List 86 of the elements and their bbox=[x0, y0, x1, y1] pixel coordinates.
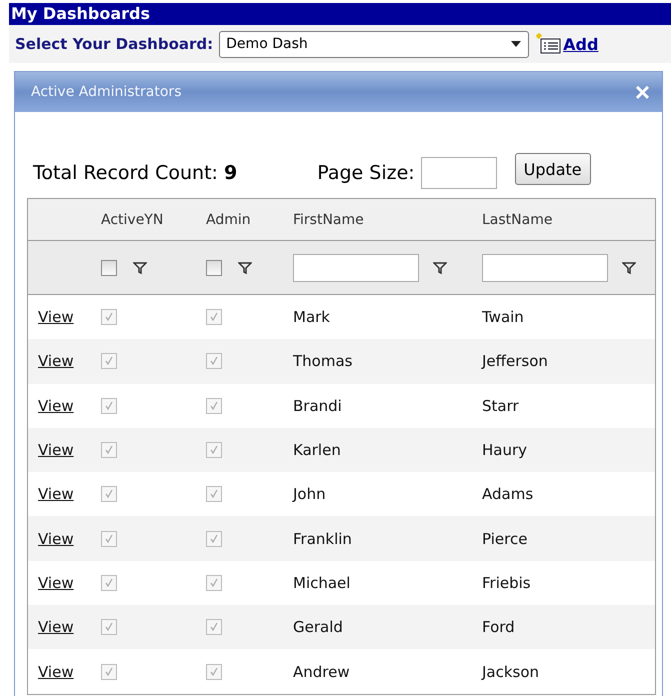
checkmark-icon bbox=[104, 445, 114, 456]
update-button[interactable]: Update bbox=[514, 153, 591, 185]
table-cell-text: Ford bbox=[481, 618, 516, 636]
list-icon bbox=[535, 33, 562, 55]
table-cell-text: Karlen bbox=[292, 441, 342, 460]
checkmark-icon bbox=[104, 400, 114, 411]
page-size-label: Page Size: bbox=[317, 162, 415, 184]
checkmark-icon bbox=[209, 356, 219, 366]
table-cell-text: Michael bbox=[292, 574, 352, 592]
checkbox[interactable] bbox=[206, 309, 222, 326]
panel-title: Active Administrators bbox=[31, 84, 182, 100]
table-cell-text: John bbox=[291, 485, 327, 504]
checkmark-icon bbox=[209, 534, 219, 544]
view-link[interactable]: View bbox=[28, 308, 91, 326]
caret-icon[interactable] bbox=[510, 40, 522, 48]
record-count: Total Record Count: 9 bbox=[33, 162, 238, 184]
column-header[interactable]: Admin bbox=[196, 212, 281, 228]
checkmark-icon bbox=[209, 622, 219, 632]
table-cell-text: Jackson bbox=[480, 662, 540, 681]
view-link[interactable]: View bbox=[28, 396, 91, 415]
table-cell-text: Brandi bbox=[292, 396, 343, 415]
checkmark-icon bbox=[209, 400, 219, 411]
checkbox[interactable] bbox=[101, 398, 117, 414]
table-cell-text: Friebis bbox=[481, 574, 532, 592]
column-header[interactable]: LastName bbox=[470, 212, 655, 228]
checkbox[interactable] bbox=[101, 574, 117, 591]
checkmark-icon bbox=[104, 356, 114, 366]
column-header[interactable]: FirstName bbox=[281, 212, 470, 228]
table-cell-text: Thomas bbox=[292, 352, 354, 370]
checkbox[interactable] bbox=[101, 486, 117, 502]
view-link[interactable]: View bbox=[28, 352, 91, 370]
checkbox[interactable] bbox=[206, 619, 222, 636]
select-label: Select Your Dashboard: bbox=[15, 35, 214, 53]
table-cell-text: Jefferson bbox=[480, 352, 549, 370]
checkbox[interactable] bbox=[101, 530, 117, 547]
checkmark-icon bbox=[209, 312, 219, 322]
checkbox[interactable] bbox=[206, 260, 222, 276]
checkbox[interactable] bbox=[206, 398, 222, 414]
checkbox[interactable] bbox=[101, 353, 117, 370]
table-cell-text: Starr bbox=[481, 396, 520, 415]
checkmark-icon bbox=[104, 489, 114, 500]
table-cell-text: Mark bbox=[292, 308, 331, 326]
page-size-field[interactable] bbox=[420, 157, 497, 189]
add-link[interactable]: Add bbox=[563, 34, 598, 54]
page-title: My Dashboards bbox=[9, 3, 671, 25]
checkmark-icon bbox=[209, 445, 219, 456]
view-link[interactable]: View bbox=[28, 485, 91, 504]
filter-icon[interactable] bbox=[238, 260, 252, 274]
checkbox[interactable] bbox=[206, 486, 222, 502]
table-cell-text: Twain bbox=[481, 308, 525, 326]
checkbox[interactable] bbox=[206, 664, 222, 680]
checkmark-icon bbox=[104, 578, 114, 588]
table-cell-text: Adams bbox=[481, 485, 534, 504]
filter-icon[interactable] bbox=[433, 260, 447, 274]
checkmark-icon bbox=[209, 666, 219, 677]
table-cell-text: Haury bbox=[481, 441, 528, 460]
checkbox[interactable] bbox=[206, 530, 222, 547]
view-link[interactable]: View bbox=[28, 662, 91, 681]
checkmark-icon bbox=[104, 622, 114, 632]
table-cell-text: Andrew bbox=[292, 662, 351, 681]
checkbox[interactable] bbox=[206, 574, 222, 591]
view-link[interactable]: View bbox=[28, 618, 91, 636]
filter-field[interactable] bbox=[482, 254, 608, 282]
table-cell-text: Pierce bbox=[481, 530, 528, 548]
checkbox[interactable] bbox=[206, 442, 222, 458]
checkmark-icon bbox=[104, 312, 114, 322]
view-link[interactable]: View bbox=[28, 441, 91, 460]
checkbox[interactable] bbox=[101, 442, 117, 458]
filter-icon[interactable] bbox=[133, 260, 147, 274]
checkbox[interactable] bbox=[101, 309, 117, 326]
checkbox[interactable] bbox=[206, 353, 222, 370]
checkmark-icon bbox=[209, 489, 219, 500]
checkmark-icon bbox=[209, 578, 219, 588]
dashboard-dropdown[interactable]: Demo Dash bbox=[219, 30, 530, 58]
filter-field[interactable] bbox=[293, 254, 419, 282]
checkmark-icon bbox=[104, 534, 114, 544]
checkbox[interactable] bbox=[101, 260, 117, 276]
view-link[interactable]: View bbox=[28, 574, 91, 592]
table-cell-text: Franklin bbox=[292, 530, 353, 548]
filter-icon[interactable] bbox=[622, 260, 636, 274]
table-cell-text: Gerald bbox=[292, 618, 344, 636]
view-link[interactable]: View bbox=[28, 530, 91, 548]
checkbox[interactable] bbox=[101, 619, 117, 636]
checkmark-icon bbox=[104, 666, 114, 677]
column-header[interactable]: ActiveYN bbox=[91, 212, 196, 228]
checkbox[interactable] bbox=[101, 664, 117, 680]
